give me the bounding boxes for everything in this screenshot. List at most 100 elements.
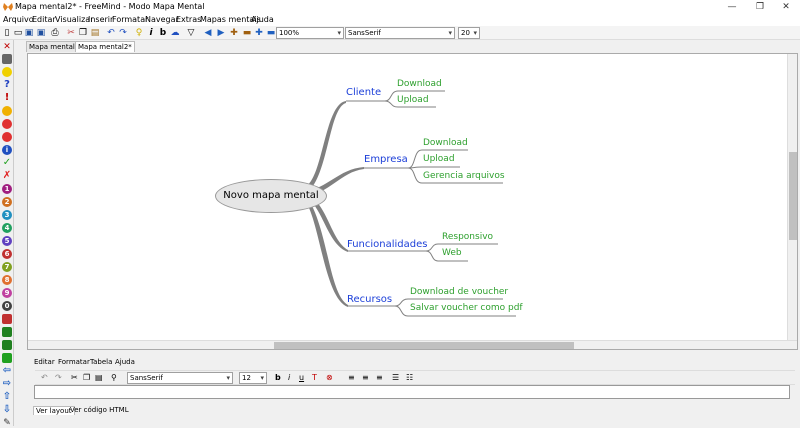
editor-undo-icon[interactable]: ↶	[41, 373, 48, 383]
italic-icon[interactable]: i	[146, 28, 156, 38]
bullet-list-icon[interactable]: ☰	[392, 373, 399, 383]
save-as-icon[interactable]: ▣	[36, 28, 46, 38]
idea-icon[interactable]	[2, 67, 12, 77]
lightbulb-icon[interactable]: ♀	[134, 28, 144, 38]
filter-icon[interactable]: ▽	[186, 28, 196, 38]
tab-mapa-mental2[interactable]: Mapa mental2*	[75, 41, 135, 52]
no-entry-icon[interactable]	[2, 132, 12, 142]
editor-paste-icon[interactable]: ▤	[95, 373, 103, 383]
priority-3-icon[interactable]: 3	[2, 210, 12, 220]
editor-size-select[interactable]: 12 ▾	[239, 372, 267, 384]
editor-copy-icon[interactable]: ❐	[83, 373, 90, 383]
check-icon[interactable]: ✓	[2, 158, 12, 168]
menu-editar[interactable]: Editar	[32, 15, 56, 24]
horizontal-scrollbar[interactable]	[28, 340, 797, 349]
priority-9-icon[interactable]: 9	[2, 288, 12, 298]
priority-5-icon[interactable]: 5	[2, 236, 12, 246]
expand-icon[interactable]: ✚	[254, 28, 264, 38]
menu-navegar[interactable]: Navegar	[145, 15, 179, 24]
bold-icon[interactable]: b	[158, 28, 168, 38]
priority-1-icon[interactable]: 1	[2, 184, 12, 194]
paste-icon[interactable]: ▤	[90, 28, 100, 38]
node-cliente[interactable]: Cliente	[346, 87, 381, 98]
node-empresa-upload[interactable]: Upload	[423, 154, 455, 164]
exclamation-icon[interactable]: !	[2, 93, 12, 103]
editor-text-color-icon[interactable]: T	[312, 373, 317, 383]
priority-2-icon[interactable]: 2	[2, 197, 12, 207]
flag-icon[interactable]	[2, 327, 12, 337]
copy-icon[interactable]: ❐	[78, 28, 88, 38]
font-select[interactable]: SansSerif ▾	[345, 27, 455, 39]
priority-7-icon[interactable]: 7	[2, 262, 12, 272]
cross-icon[interactable]: ✗	[2, 171, 12, 181]
cloud-icon[interactable]: ☁	[170, 28, 180, 38]
traffic-light-icon[interactable]	[2, 314, 12, 324]
menu-inserir[interactable]: Inserir	[88, 15, 113, 24]
editor-menu-ajuda[interactable]: Ajuda	[115, 358, 135, 366]
remove-icon[interactable]: ✕	[2, 42, 12, 52]
collapse-icon[interactable]: ▬	[266, 28, 276, 38]
undo-icon[interactable]: ↶	[106, 28, 116, 38]
font-size-select[interactable]: 20 ▾	[458, 27, 480, 39]
node-funcionalidades[interactable]: Funcionalidades	[347, 239, 427, 250]
forward-arrow-icon[interactable]: ⇨	[2, 379, 12, 389]
menu-extras[interactable]: Extras	[176, 15, 201, 24]
node-funcionalidades-responsivo[interactable]: Responsivo	[442, 232, 493, 242]
editor-menu-editar[interactable]: Editar	[34, 358, 55, 366]
arrow-left-icon[interactable]: ◀	[203, 28, 213, 38]
align-center-icon[interactable]: ≡	[362, 373, 369, 383]
tab-ver-codigo-html[interactable]: Ver código HTML	[68, 406, 131, 414]
node-cliente-download[interactable]: Download	[397, 79, 442, 89]
align-right-icon[interactable]: ≡	[376, 373, 383, 383]
stop-icon[interactable]	[2, 119, 12, 129]
vertical-scroll-thumb[interactable]	[789, 152, 797, 240]
pencil-icon[interactable]: ✎	[2, 418, 12, 428]
node-recursos-salvar-voucher[interactable]: Salvar voucher como pdf	[410, 303, 523, 313]
yes-icon[interactable]	[2, 353, 12, 363]
editor-italic-icon[interactable]: i	[288, 373, 290, 383]
editor-cut-icon[interactable]: ✂	[71, 373, 78, 383]
save-icon[interactable]: ▣	[24, 28, 34, 38]
editor-font-select[interactable]: SansSerif ▾	[127, 372, 233, 384]
cut-icon[interactable]: ✂	[66, 28, 76, 38]
info-icon[interactable]: i	[2, 145, 12, 155]
vertical-scrollbar[interactable]	[787, 54, 797, 342]
root-node[interactable]: Novo mapa mental	[215, 179, 327, 213]
editor-find-icon[interactable]: ⚲	[111, 373, 117, 383]
node-empresa-gerencia-arquivos[interactable]: Gerencia arquivos	[423, 171, 505, 181]
up-arrow-icon[interactable]: ⇧	[2, 392, 12, 402]
menu-arquivo[interactable]: Arquivo	[3, 15, 34, 24]
new-file-icon[interactable]: ▯	[2, 28, 12, 38]
back-arrow-icon[interactable]: ⇦	[2, 366, 12, 376]
numbered-list-icon[interactable]: ☷	[406, 373, 413, 383]
zoom-out-icon[interactable]: ▬	[242, 28, 252, 38]
print-icon[interactable]: ⎙	[50, 28, 60, 38]
editor-redo-icon[interactable]: ↷	[55, 373, 62, 383]
minimize-button[interactable]: —	[718, 0, 746, 14]
zoom-in-icon[interactable]: ✚	[229, 28, 239, 38]
node-recursos-download-voucher[interactable]: Download de voucher	[410, 287, 508, 297]
horizontal-scroll-thumb[interactable]	[274, 342, 574, 349]
menu-formatar[interactable]: Formatar	[112, 15, 148, 24]
menu-ajuda[interactable]: Ajuda	[251, 15, 274, 24]
priority-0-icon[interactable]: 0	[2, 301, 12, 311]
editor-clear-format-icon[interactable]: ⊗	[326, 373, 333, 383]
green-flag-icon[interactable]	[2, 340, 12, 350]
arrow-right-icon[interactable]: ▶	[216, 28, 226, 38]
restore-button[interactable]: ❐	[746, 0, 774, 14]
node-empresa[interactable]: Empresa	[364, 154, 408, 165]
down-arrow-icon[interactable]: ⇩	[2, 405, 12, 415]
node-funcionalidades-web[interactable]: Web	[442, 248, 462, 258]
open-file-icon[interactable]: ▭	[13, 28, 23, 38]
zoom-select[interactable]: 100% ▾	[276, 27, 344, 39]
editor-underline-icon[interactable]: u	[299, 373, 304, 383]
question-icon[interactable]: ?	[2, 80, 12, 90]
note-text-area[interactable]	[34, 385, 790, 399]
editor-menu-formatar[interactable]: Formatar	[58, 358, 90, 366]
node-empresa-download[interactable]: Download	[423, 138, 468, 148]
priority-6-icon[interactable]: 6	[2, 249, 12, 259]
node-cliente-upload[interactable]: Upload	[397, 95, 429, 105]
warning-icon[interactable]	[2, 106, 12, 116]
align-left-icon[interactable]: ≡	[348, 373, 355, 383]
editor-menu-tabela[interactable]: Tabela	[90, 358, 112, 366]
